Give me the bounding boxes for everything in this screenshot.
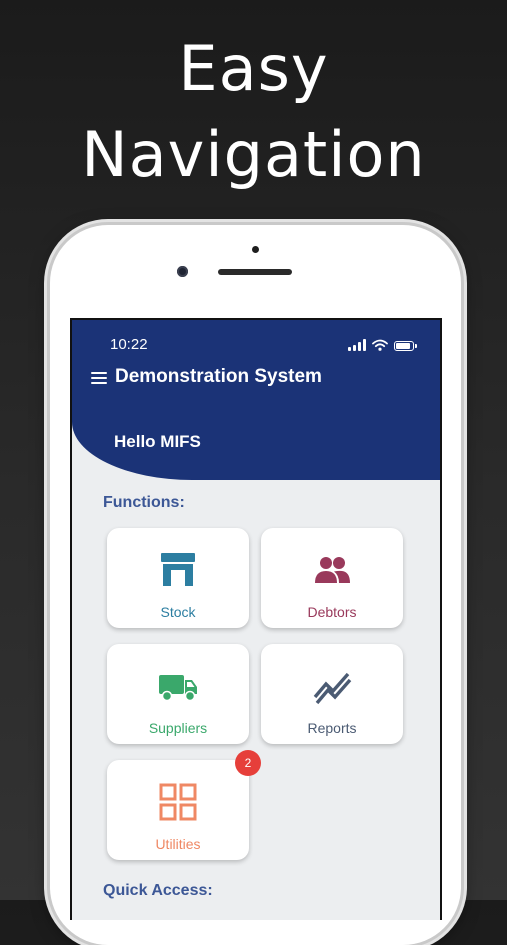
store-icon: [161, 553, 195, 586]
debtors-card[interactable]: Debtors: [261, 528, 403, 628]
phone-earpiece: [218, 269, 292, 275]
reports-label: Reports: [307, 720, 357, 736]
app-screen: 10:22 Demonstration System Hello MIFS Fu…: [70, 318, 442, 920]
truck-icon: [159, 675, 197, 702]
phone-volume-up-button: [44, 382, 48, 434]
hamburger-menu-icon[interactable]: [91, 372, 107, 384]
wifi-icon: [372, 339, 388, 351]
utilities-label: Utilities: [155, 836, 201, 852]
phone-camera: [177, 266, 188, 277]
suppliers-card[interactable]: Suppliers: [107, 644, 249, 744]
app-title: Demonstration System: [115, 366, 322, 387]
promo-headline-line2: Navigation: [81, 118, 426, 191]
promo-headline-line1: Easy: [178, 32, 329, 105]
phone-mute-switch: [44, 322, 48, 348]
phone-sensor: [252, 246, 259, 253]
status-icons: [348, 337, 417, 351]
signal-icon: [348, 339, 366, 351]
quick-access-label: Quick Access:: [103, 882, 213, 899]
functions-label: Functions:: [103, 494, 185, 511]
debtors-label: Debtors: [307, 604, 357, 620]
utilities-notification-badge: 2: [235, 750, 261, 776]
app-header: 10:22 Demonstration System Hello MIFS: [72, 320, 440, 480]
greeting-text: Hello MIFS: [114, 432, 201, 451]
utilities-card[interactable]: Utilities: [107, 760, 249, 860]
stock-card[interactable]: Stock: [107, 528, 249, 628]
suppliers-label: Suppliers: [148, 720, 208, 736]
stock-label: Stock: [160, 604, 196, 620]
people-icon: [315, 557, 350, 583]
phone-volume-down-button: [44, 448, 48, 500]
trend-chart-icon: [313, 672, 352, 705]
grid-icon: [159, 783, 197, 821]
reports-card[interactable]: Reports: [261, 644, 403, 744]
battery-icon: [394, 341, 417, 351]
status-time: 10:22: [110, 336, 148, 353]
